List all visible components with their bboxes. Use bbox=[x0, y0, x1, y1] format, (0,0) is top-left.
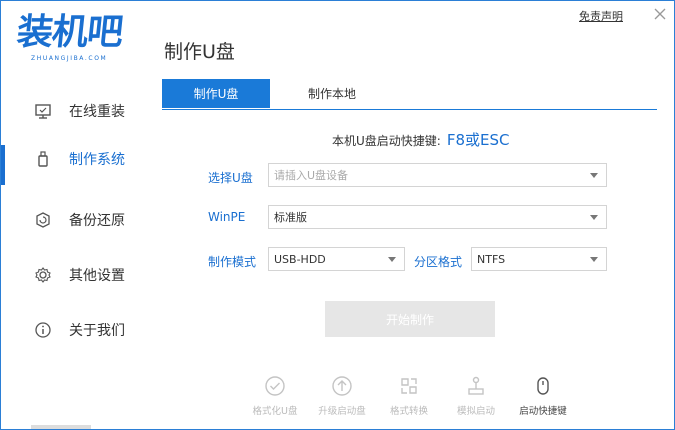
hotkey-value: F8或ESC bbox=[446, 131, 510, 149]
tool-format-usb[interactable]: 格式化U盘 bbox=[243, 375, 307, 425]
sidebar-item-label: 关于我们 bbox=[69, 323, 125, 339]
sidebar-item-online-reinstall[interactable]: 在线重装 bbox=[1, 91, 139, 131]
hotkey-info: 本机U盘启动快捷键: F8或ESC bbox=[332, 129, 509, 150]
check-circle-icon bbox=[265, 376, 285, 396]
joystick-icon bbox=[468, 376, 484, 395]
usb-device-select[interactable]: 请插入U盘设备 bbox=[268, 163, 607, 187]
sidebar-item-label: 在线重装 bbox=[69, 104, 125, 120]
winpe-value: 标准版 bbox=[274, 211, 307, 224]
partition-label: 分区格式 bbox=[414, 255, 463, 269]
app-window: 装机吧 ZHUANGJIBA.COM 在线重装 制作系统 备份还原 其他设置 关… bbox=[0, 0, 675, 430]
tab-make-local[interactable]: 制作本地 bbox=[270, 79, 394, 108]
chevron-down-icon bbox=[590, 257, 598, 262]
hotkey-label: 本机U盘启动快捷键: bbox=[332, 134, 441, 148]
upload-circle-icon bbox=[332, 376, 352, 396]
sidebar-item-about-us[interactable]: 关于我们 bbox=[1, 310, 139, 350]
monitor-icon bbox=[35, 104, 51, 119]
sidebar-active-bar bbox=[1, 145, 5, 185]
tool-label: 格式转换 bbox=[389, 406, 428, 417]
tool-format-convert[interactable]: 格式转换 bbox=[377, 375, 441, 425]
disclaimer-link[interactable]: 免责声明 bbox=[579, 8, 623, 24]
mode-select[interactable]: USB-HDD bbox=[268, 247, 405, 271]
start-make-button[interactable]: 开始制作 bbox=[325, 301, 495, 337]
tool-boot-hotkey[interactable]: 启动快捷键 bbox=[511, 375, 575, 425]
chevron-down-icon bbox=[590, 173, 598, 178]
sidebar-item-backup-restore[interactable]: 备份还原 bbox=[1, 200, 139, 240]
tool-label: 启动快捷键 bbox=[519, 406, 567, 417]
chevron-down-icon bbox=[388, 257, 396, 262]
bottom-strip bbox=[31, 425, 91, 429]
close-icon[interactable] bbox=[653, 7, 667, 21]
sidebar-active-bar bbox=[1, 206, 5, 246]
sidebar-item-make-system[interactable]: 制作系统 bbox=[1, 139, 139, 185]
sidebar-active-bar bbox=[1, 261, 5, 301]
winpe-select[interactable]: 标准版 bbox=[268, 205, 607, 229]
partition-value: NTFS bbox=[477, 252, 506, 266]
convert-icon bbox=[401, 378, 417, 394]
mode-label: 制作模式 bbox=[208, 255, 257, 269]
logo-text: 装机吧 bbox=[14, 12, 125, 53]
chevron-down-icon bbox=[590, 215, 598, 220]
mouse-icon bbox=[537, 377, 549, 395]
usb-device-placeholder: 请插入U盘设备 bbox=[274, 169, 349, 182]
page-title: 制作U盘 bbox=[164, 41, 235, 63]
logo: 装机吧 ZHUANGJIBA.COM bbox=[14, 12, 137, 73]
tab-bar: 制作U盘 制作本地 bbox=[162, 79, 657, 110]
tool-upgrade-boot-disk[interactable]: 升级启动盘 bbox=[310, 375, 374, 425]
tool-label: 格式化U盘 bbox=[252, 406, 298, 417]
sidebar-item-other-settings[interactable]: 其他设置 bbox=[1, 255, 139, 295]
tool-simulate-boot[interactable]: 模拟启动 bbox=[444, 375, 508, 425]
sidebar: 装机吧 ZHUANGJIBA.COM 在线重装 制作系统 备份还原 其他设置 关… bbox=[1, 1, 139, 429]
backup-icon bbox=[36, 212, 50, 228]
gear-icon bbox=[35, 267, 51, 283]
sidebar-item-label: 其他设置 bbox=[69, 268, 125, 284]
sidebar-item-label: 备份还原 bbox=[69, 213, 125, 229]
usb-select-label: 选择U盘 bbox=[208, 171, 253, 185]
sidebar-active-bar bbox=[1, 316, 5, 356]
sidebar-active-bar bbox=[1, 97, 5, 137]
partition-select[interactable]: NTFS bbox=[471, 247, 607, 271]
tab-make-usb[interactable]: 制作U盘 bbox=[162, 79, 270, 108]
mode-value: USB-HDD bbox=[274, 252, 326, 266]
tool-label: 模拟启动 bbox=[456, 406, 495, 417]
tool-label: 升级启动盘 bbox=[318, 406, 366, 417]
sidebar-item-label: 制作系统 bbox=[69, 152, 125, 168]
info-icon bbox=[35, 322, 51, 338]
logo-subtext: ZHUANGJIBA.COM bbox=[31, 55, 108, 62]
winpe-label: WinPE bbox=[208, 210, 246, 224]
usb-icon bbox=[38, 151, 48, 167]
